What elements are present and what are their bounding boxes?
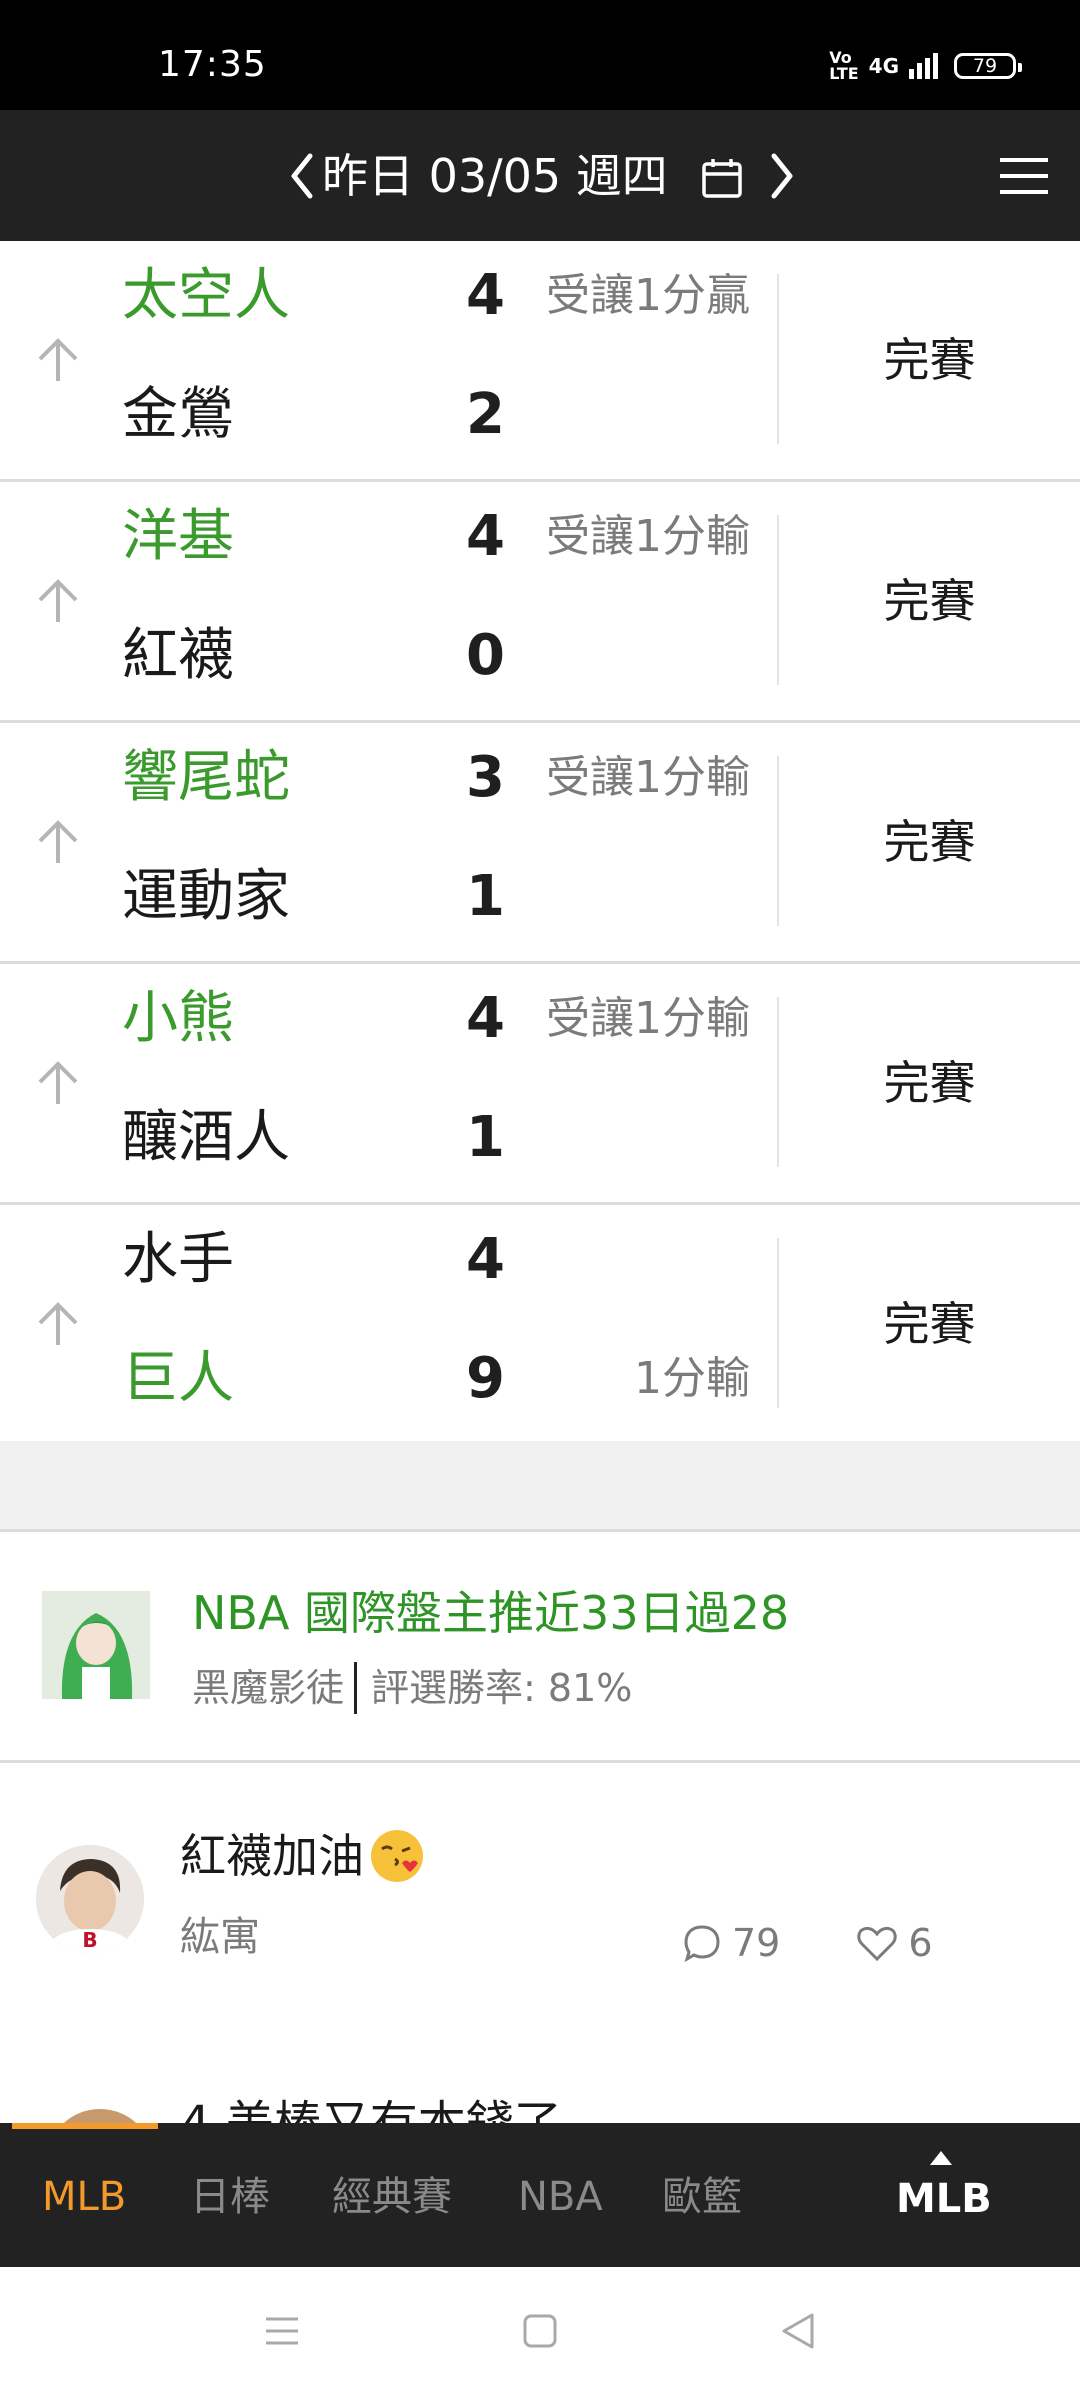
game-list: 太空人 4 受讓1分贏 金鶯 2 完賽 洋基 4 受讓1分輸 紅襪 0 完賽 響… bbox=[0, 241, 1080, 1446]
handicap-result: 受讓1分輸 bbox=[546, 993, 750, 1044]
team-score-away: 4 bbox=[466, 504, 505, 569]
game-row[interactable]: 水手 4 巨人 9 1分輸 完賽 bbox=[0, 1205, 1080, 1446]
post-title[interactable]: NBA 國際盤主推近33日過28 bbox=[192, 1580, 789, 1646]
team-score-home: 9 bbox=[466, 1346, 505, 1411]
status-bar: 17:35 Vo LTE 4G 79 bbox=[0, 0, 1080, 110]
back-icon[interactable] bbox=[778, 2311, 818, 2351]
post-meta: 黑魔影徒 評選勝率: 81% bbox=[192, 1660, 632, 1716]
post-author[interactable]: 黑魔影徒 bbox=[192, 1660, 344, 1716]
handicap-result: 受讓1分輸 bbox=[546, 511, 750, 562]
team-score-away: 3 bbox=[466, 745, 505, 810]
date-navbar: 昨日 03/05 週四 bbox=[0, 110, 1080, 241]
date-label[interactable]: 昨日 03/05 週四 bbox=[322, 146, 668, 206]
team-score-home: 1 bbox=[466, 1105, 505, 1170]
league-tab-bar: MLB 日棒 經典賽 NBA 歐籃 MLB bbox=[0, 2123, 1080, 2267]
league-selector-button[interactable]: MLB bbox=[896, 2151, 992, 2227]
game-status: 完賽 bbox=[883, 333, 976, 387]
avatar bbox=[46, 2109, 154, 2123]
tab-euroleague[interactable]: 歐籃 bbox=[662, 2167, 742, 2227]
team-name-away: 水手 bbox=[122, 1227, 234, 1292]
game-row[interactable]: 洋基 4 受讓1分輸 紅襪 0 完賽 bbox=[0, 482, 1080, 723]
team-name-away: 小熊 bbox=[122, 986, 234, 1051]
home-icon[interactable] bbox=[522, 2311, 558, 2351]
game-row[interactable]: 太空人 4 受讓1分贏 金鶯 2 完賽 bbox=[0, 241, 1080, 482]
post-title-text: 紅襪加油 bbox=[180, 1829, 364, 1883]
comment-icon bbox=[684, 1925, 720, 1963]
game-status: 完賽 bbox=[883, 574, 976, 628]
battery-level: 79 bbox=[972, 55, 998, 77]
network-label: 4G bbox=[868, 54, 899, 78]
team-name-home: 運動家 bbox=[122, 864, 290, 929]
svg-text:B: B bbox=[82, 1928, 97, 1952]
arrow-up-icon bbox=[38, 1061, 78, 1104]
tab-nba[interactable]: NBA bbox=[518, 2167, 603, 2227]
post-author[interactable]: 紘寓 bbox=[180, 1909, 260, 1965]
team-name-home: 巨人 bbox=[122, 1346, 234, 1411]
win-rate-label: 評選勝率: 81% bbox=[371, 1666, 633, 1710]
team-score-away: 4 bbox=[466, 263, 505, 328]
arrow-up-icon bbox=[38, 338, 78, 381]
avatar bbox=[42, 1591, 150, 1699]
hamburger-menu-icon[interactable] bbox=[998, 156, 1050, 196]
team-score-home: 0 bbox=[466, 623, 505, 688]
section-spacer bbox=[0, 1441, 1080, 1532]
league-selector-label: MLB bbox=[896, 2176, 992, 2222]
team-name-home: 金鶯 bbox=[122, 382, 234, 447]
divider bbox=[354, 1662, 358, 1714]
volte-icon: Vo LTE bbox=[829, 48, 859, 83]
team-score-home: 2 bbox=[466, 382, 505, 447]
team-name-away: 洋基 bbox=[122, 504, 234, 569]
tab-mlb[interactable]: MLB bbox=[42, 2167, 126, 2227]
recent-apps-icon[interactable] bbox=[262, 2311, 302, 2351]
chevron-right-icon[interactable] bbox=[762, 146, 802, 206]
post-title[interactable]: 紅襪加油 bbox=[180, 1823, 426, 1889]
avatar: B bbox=[36, 1845, 144, 1953]
post-title: 4 美棒又有本錢了 bbox=[180, 2089, 562, 2123]
like-count-value: 6 bbox=[908, 1921, 933, 1965]
calendar-icon[interactable] bbox=[700, 156, 744, 200]
tab-classic[interactable]: 經典賽 bbox=[332, 2167, 452, 2227]
like-count[interactable]: 6 bbox=[856, 1921, 933, 1965]
team-score-away: 4 bbox=[466, 986, 505, 1051]
arrow-up-icon bbox=[38, 820, 78, 863]
game-row[interactable]: 小熊 4 受讓1分輸 釀酒人 1 完賽 bbox=[0, 964, 1080, 1205]
kiss-emoji-icon bbox=[371, 1830, 423, 1882]
tab-npb[interactable]: 日棒 bbox=[190, 2167, 270, 2227]
heart-icon bbox=[857, 1926, 898, 1962]
game-status: 完賽 bbox=[883, 1056, 976, 1110]
handicap-result: 1分輸 bbox=[634, 1353, 750, 1404]
active-tab-indicator bbox=[12, 2123, 158, 2129]
caret-up-icon bbox=[930, 2151, 952, 2165]
status-time: 17:35 bbox=[158, 44, 267, 85]
team-name-away: 響尾蛇 bbox=[122, 745, 290, 810]
team-name-home: 紅襪 bbox=[122, 623, 234, 688]
arrow-up-icon bbox=[38, 1302, 78, 1345]
comment-count-value: 79 bbox=[732, 1921, 781, 1965]
chevron-left-icon[interactable] bbox=[282, 146, 322, 206]
arrow-up-icon bbox=[38, 579, 78, 622]
handicap-result: 受讓1分輸 bbox=[546, 752, 750, 803]
system-nav-bar bbox=[0, 2267, 1080, 2400]
post-item[interactable]: B 紅襪加油 紘寓 79 6 bbox=[0, 1763, 1080, 2030]
post-item[interactable]: NBA 國際盤主推近33日過28 黑魔影徒 評選勝率: 81% bbox=[0, 1532, 1080, 1763]
post-stats: 79 6 bbox=[682, 1921, 933, 1965]
signal-icon bbox=[909, 53, 938, 79]
handicap-result: 受讓1分贏 bbox=[546, 270, 750, 321]
game-status: 完賽 bbox=[883, 815, 976, 869]
post-item-partial[interactable]: 4 美棒又有本錢了 bbox=[0, 2027, 1080, 2123]
game-row[interactable]: 響尾蛇 3 受讓1分輸 運動家 1 完賽 bbox=[0, 723, 1080, 964]
team-name-home: 釀酒人 bbox=[122, 1105, 290, 1170]
status-icons: Vo LTE 4G 79 bbox=[829, 48, 1022, 83]
team-score-home: 1 bbox=[466, 864, 505, 929]
battery-icon: 79 bbox=[954, 53, 1022, 79]
comment-count[interactable]: 79 bbox=[682, 1921, 780, 1965]
team-score-away: 4 bbox=[466, 1227, 505, 1292]
game-status: 完賽 bbox=[883, 1297, 976, 1351]
team-name-away: 太空人 bbox=[122, 263, 290, 328]
